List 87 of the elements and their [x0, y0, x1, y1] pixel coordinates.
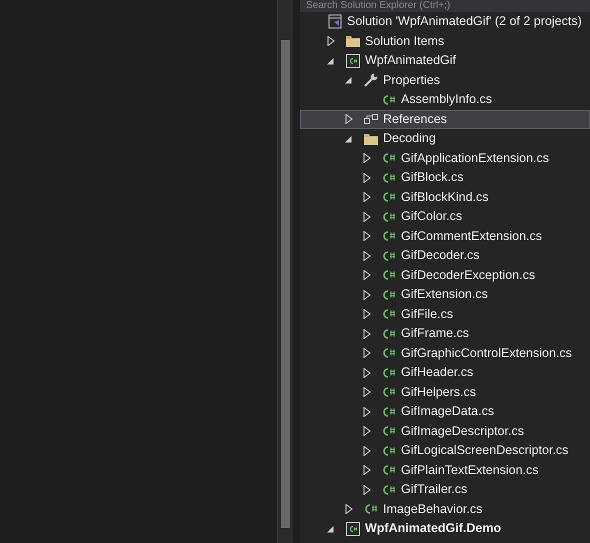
item-label: GifGraphicControlExtension.cs [401, 344, 572, 362]
collapsed-arrow-icon[interactable] [363, 348, 371, 358]
item-label: AssemblyInfo.cs [401, 91, 492, 108]
tree-item[interactable]: Solution Items [300, 32, 590, 51]
tree-item[interactable]: GifTrailer.cs [300, 480, 590, 500]
collapsed-arrow-icon[interactable] [363, 387, 371, 398]
tree-item[interactable]: References [300, 110, 590, 129]
tree-item[interactable]: GifPlainTextExtension.cs [300, 460, 590, 480]
item-label: GifHelpers.cs [401, 384, 476, 401]
search-field[interactable]: Search Solution Explorer (Ctrl+;) [300, 0, 590, 12]
tree-item[interactable]: ImageBehavior.cs [300, 500, 590, 519]
item-label: Decoding [383, 130, 436, 148]
item-label: GifDecoder.cs [401, 247, 480, 264]
item-label: References [383, 110, 447, 128]
collapsed-arrow-icon[interactable] [363, 368, 371, 378]
collapsed-arrow-icon[interactable] [363, 153, 371, 164]
item-label: GifFrame.cs [401, 325, 470, 342]
item-label: WpfAnimatedGif.Demo [365, 520, 502, 538]
expanded-arrow-icon[interactable] [327, 56, 335, 66]
tree-item[interactable]: GifImageData.cs [300, 402, 590, 422]
tree-item[interactable]: GifImageDescriptor.cs [300, 422, 590, 441]
scrollbar-thumb[interactable] [281, 40, 290, 528]
item-label: GifBlock.cs [401, 169, 464, 186]
tree-item[interactable]: GifApplicationExtension.cs [300, 148, 590, 168]
tree-item[interactable]: GifBlockKind.cs [300, 188, 590, 207]
tree-item[interactable]: Solution 'WpfAnimatedGif' (2 of 2 projects) [300, 12, 590, 32]
tree-item[interactable]: GifLogicalScreenDescriptor.cs [300, 441, 590, 460]
expanded-arrow-icon[interactable] [345, 134, 353, 144]
collapsed-arrow-icon[interactable] [345, 504, 353, 514]
collapsed-arrow-icon[interactable] [345, 114, 353, 124]
collapsed-arrow-icon[interactable] [363, 406, 371, 417]
item-label: Properties [383, 72, 440, 89]
search-placeholder: Search Solution Explorer (Ctrl+;) [306, 0, 450, 12]
collapsed-arrow-icon[interactable] [363, 446, 371, 456]
csharp-project-icon [345, 520, 361, 537]
item-label: GifBlockKind.cs [401, 188, 489, 206]
collapsed-arrow-icon[interactable] [363, 270, 371, 280]
solution-icon [327, 14, 343, 30]
tree-item[interactable]: Properties [300, 70, 590, 90]
item-label: GifColor.cs [401, 208, 462, 226]
wrench-icon [363, 72, 379, 88]
tree-item[interactable]: GifHelpers.cs [300, 382, 590, 402]
tree-item[interactable]: Decoding [300, 129, 590, 148]
item-label: GifImageData.cs [401, 403, 494, 420]
tree-item[interactable]: GifDecoder.cs [300, 246, 590, 266]
tree-item[interactable]: GifBlock.cs [300, 168, 590, 188]
collapsed-arrow-icon[interactable] [363, 231, 371, 242]
item-label: WpfAnimatedGif [365, 52, 456, 70]
collapsed-arrow-icon[interactable] [363, 250, 371, 261]
item-label: GifImageDescriptor.cs [401, 422, 524, 440]
collapsed-arrow-icon[interactable] [363, 172, 371, 183]
item-label: GifDecoderException.cs [401, 266, 536, 284]
item-label: GifLogicalScreenDescriptor.cs [401, 442, 568, 460]
expanded-arrow-icon[interactable] [327, 524, 335, 534]
tree-item[interactable]: GifExtension.cs [300, 285, 590, 304]
item-label: GifFile.cs [401, 306, 454, 323]
item-label: GifCommentExtension.cs [401, 228, 542, 245]
tree-item[interactable]: GifColor.cs [300, 207, 590, 226]
folder-icon [345, 33, 361, 50]
tree-item[interactable]: WpfAnimatedGif.Demo [300, 519, 590, 538]
collapsed-arrow-icon[interactable] [363, 426, 371, 436]
collapsed-arrow-icon[interactable] [363, 290, 371, 300]
collapsed-arrow-icon[interactable] [363, 465, 371, 476]
collapsed-arrow-icon[interactable] [363, 309, 371, 320]
item-label: Solution Items [365, 32, 444, 50]
expanded-arrow-icon[interactable] [345, 75, 353, 86]
item-label: GifApplicationExtension.cs [401, 150, 549, 167]
collapsed-arrow-icon[interactable] [363, 212, 371, 222]
csharp-project-icon [345, 52, 361, 69]
tree-item[interactable]: GifFile.cs [300, 304, 590, 324]
tree-item[interactable]: GifDecoderException.cs [300, 266, 590, 285]
collapsed-arrow-icon[interactable] [363, 192, 371, 202]
tree-item[interactable]: GifGraphicControlExtension.cs [300, 344, 590, 363]
item-label: Solution 'WpfAnimatedGif' (2 of 2 projects) [347, 13, 582, 30]
tree-item[interactable]: GifCommentExtension.cs [300, 226, 590, 246]
tree-item[interactable]: GifHeader.cs [300, 363, 590, 382]
item-label: GifExtension.cs [401, 286, 488, 304]
tree-item[interactable]: GifFrame.cs [300, 324, 590, 344]
collapsed-arrow-icon[interactable] [363, 328, 371, 339]
collapsed-arrow-icon[interactable] [327, 36, 335, 46]
item-label: ImageBehavior.cs [383, 500, 482, 518]
item-label: GifPlainTextExtension.cs [401, 462, 539, 479]
tree-item[interactable]: AssemblyInfo.cs [300, 90, 590, 110]
item-label: GifTrailer.cs [401, 481, 468, 498]
tree-item[interactable]: WpfAnimatedGif [300, 51, 590, 70]
item-label: GifHeader.cs [401, 364, 474, 382]
collapsed-arrow-icon[interactable] [363, 484, 371, 495]
